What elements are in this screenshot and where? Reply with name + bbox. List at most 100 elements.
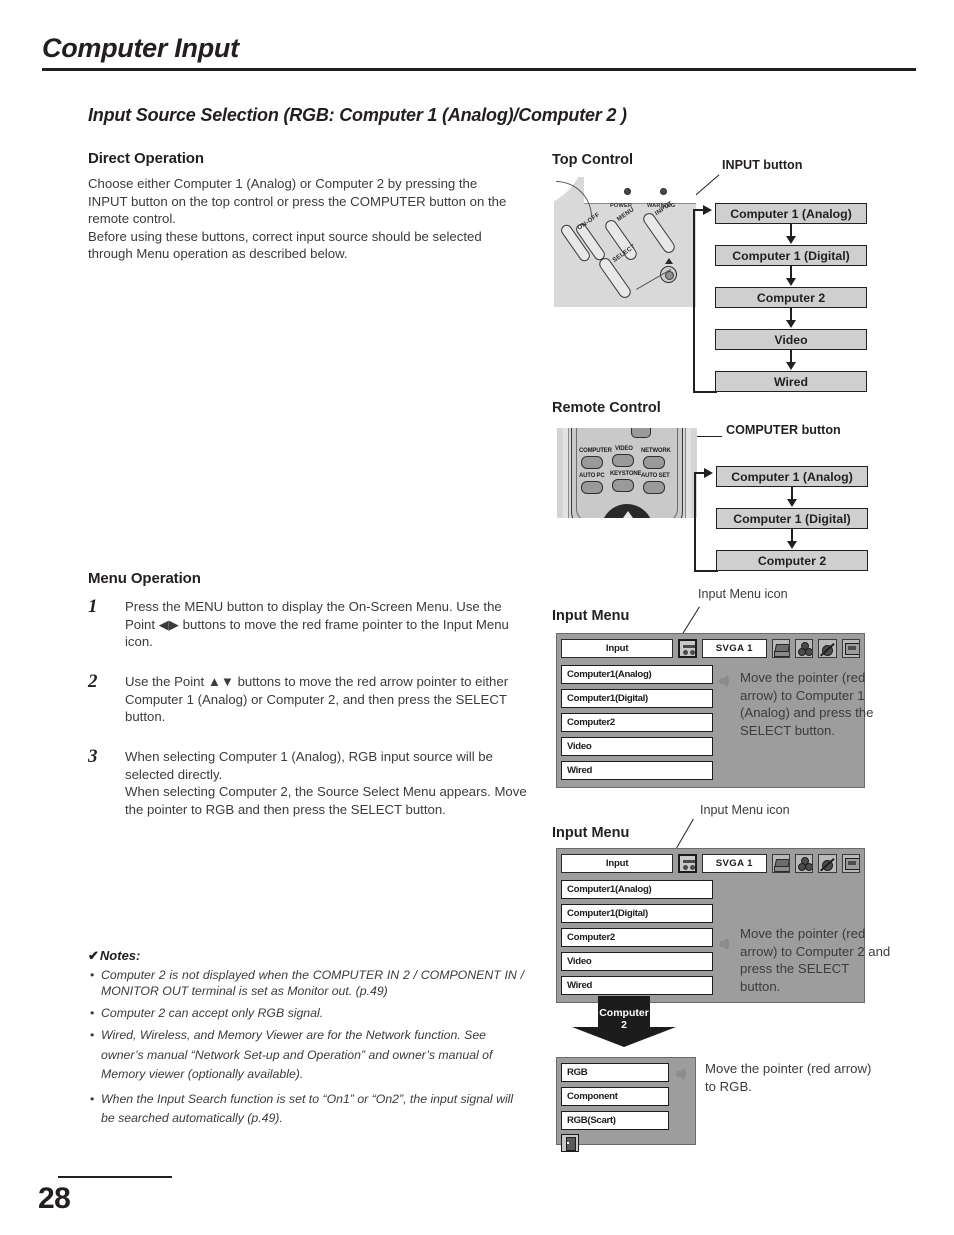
flow-box-computer1-analog: Computer 1 (Analog)	[715, 203, 867, 224]
transition-arrow-label-line1: Computer	[599, 1007, 649, 1019]
pc-adjust-icon[interactable]	[771, 853, 791, 873]
input-menu-icon-callout-1: Input Menu icon	[698, 587, 788, 601]
video-key-label: VIDEO	[615, 446, 633, 452]
osd-list-item[interactable]: Wired	[561, 976, 713, 995]
osd-list-item[interactable]: RGB	[561, 1063, 669, 1082]
source-select-list: RGB Component RGB(Scart)	[557, 1058, 673, 1159]
osd-list-item[interactable]: Component	[561, 1087, 669, 1106]
red-arrow-pointer-2	[718, 938, 729, 950]
direct-operation-heading: Direct Operation	[88, 150, 204, 167]
osd-list-item[interactable]: RGB(Scart)	[561, 1111, 669, 1130]
step-text: When selecting Computer 1 (Analog), RGB …	[125, 749, 527, 817]
autopc-key[interactable]	[581, 481, 603, 494]
footer-divider	[58, 1176, 172, 1178]
device-bezel-line	[584, 203, 696, 204]
notes-title-label: Notes:	[99, 948, 141, 963]
computer-button-callout: COMPUTER button	[726, 423, 841, 437]
note-item: When the Input Search function is set to…	[88, 1090, 524, 1129]
flow-arrow-down	[786, 320, 796, 328]
input-menu-icon-callout-2: Input Menu icon	[700, 803, 790, 817]
note-item: Wired, Wireless, and Memory Viewer are f…	[88, 1026, 524, 1085]
step-text: Use the Point ▲▼ buttons to move the red…	[125, 674, 509, 725]
keystone-key[interactable]	[612, 479, 634, 492]
header-divider	[42, 67, 916, 71]
osd-list-item[interactable]: Computer2	[561, 713, 713, 732]
screen-icon[interactable]	[841, 853, 860, 873]
osd-input-field-2[interactable]: Input	[561, 853, 674, 873]
autoset-key-label: AUTO SET	[641, 473, 670, 479]
input-key[interactable]	[640, 210, 678, 256]
keystone-key-label: KEYSTONE	[610, 471, 642, 477]
source-select-panel: RGB Component RGB(Scart)	[556, 1057, 696, 1152]
flow-box-video: Video	[715, 329, 867, 350]
osd-list-item[interactable]: Computer1(Digital)	[561, 689, 713, 708]
step-number: 1	[88, 596, 98, 617]
flow-arrow-down	[787, 499, 797, 507]
video-key[interactable]	[612, 454, 634, 467]
autopc-key-label: AUTO PC	[579, 473, 605, 479]
input-source-icon[interactable]	[678, 853, 697, 873]
red-arrow-pointer-1	[718, 675, 729, 687]
osd-list-item[interactable]: Video	[561, 952, 713, 971]
input-menu-description-2: Move the pointer (red arrow) to Computer…	[740, 926, 891, 994]
image-select-icon[interactable]	[795, 638, 814, 658]
source-select-description: Move the pointer (red arrow) to RGB.	[705, 1061, 872, 1094]
power-led-icon	[624, 188, 631, 195]
red-arrow-pointer-3	[675, 1068, 686, 1080]
osd-list-item[interactable]: Computer1(Analog)	[561, 665, 713, 684]
pc-adjust-icon[interactable]	[771, 638, 791, 658]
autoset-key[interactable]	[643, 481, 665, 494]
osd-list-item[interactable]: Computer1(Digital)	[561, 904, 713, 923]
transition-arrow-label: Computer 2	[572, 1007, 676, 1031]
note-item: Computer 2 can accept only RGB signal.	[88, 1005, 524, 1022]
step-text: Press the MENU button to display the On-…	[125, 599, 509, 650]
remote-flow-box-computer1-digital: Computer 1 (Digital)	[716, 508, 868, 529]
input-button-callout: INPUT button	[722, 158, 803, 172]
image-adjust-icon[interactable]	[818, 638, 837, 658]
osd-list-item[interactable]: Computer2	[561, 928, 713, 947]
input-source-icon[interactable]	[678, 638, 697, 658]
remote-control-heading: Remote Control	[552, 400, 661, 416]
remote-onoff-key[interactable]	[631, 428, 651, 438]
note-item: Computer 2 is not displayed when the COM…	[88, 967, 524, 1000]
transition-arrow: Computer 2	[572, 1003, 676, 1047]
flow-loop-bottom	[694, 570, 718, 572]
check-icon: ✔	[88, 948, 99, 963]
flow-box-computer1-digital: Computer 1 (Digital)	[715, 245, 867, 266]
warning-led-icon	[660, 188, 667, 195]
osd-signal-field-2: SVGA 1	[701, 853, 767, 873]
transition-arrow-label-line2: 2	[621, 1019, 627, 1031]
computer-key[interactable]	[581, 456, 603, 469]
top-control-heading: Top Control	[552, 152, 634, 168]
remote-flow-box-computer1-analog: Computer 1 (Analog)	[716, 466, 868, 487]
notes-title: ✔Notes:	[88, 948, 524, 964]
remote-control-illustration: COMPUTER VIDEO NETWORK AUTO PC KEYSTONE …	[557, 428, 697, 518]
osd-input-field-1[interactable]: Input	[561, 638, 674, 658]
flow-arrow-down	[787, 541, 797, 549]
osd-list-item[interactable]: Video	[561, 737, 713, 756]
menu-step-1: 1 Press the MENU button to display the O…	[88, 596, 528, 651]
osd-list-item[interactable]: Wired	[561, 761, 713, 780]
image-select-icon[interactable]	[795, 853, 814, 873]
osd-source-list-1: Computer1(Analog) Computer1(Digital) Com…	[557, 662, 717, 787]
image-adjust-icon[interactable]	[818, 853, 837, 873]
osd-list-item[interactable]: Computer1(Analog)	[561, 880, 713, 899]
direct-operation-body: Choose either Computer 1 (Analog) or Com…	[88, 176, 507, 262]
network-key[interactable]	[643, 456, 665, 469]
top-control-illustration: POWER WARNING ON-OFF MENU INPUT SELECT	[554, 177, 696, 307]
page-title: Computer Input	[42, 33, 239, 63]
osd-menu-bar-1: Input SVGA 1	[557, 634, 864, 662]
screen-icon[interactable]	[841, 638, 860, 658]
flow-arrow-down	[786, 278, 796, 286]
flow-loop-left	[694, 472, 696, 570]
flow-loop-arrow	[704, 468, 713, 478]
notes-block: ✔Notes: Computer 2 is not displayed when…	[88, 948, 524, 1134]
exit-icon[interactable]	[561, 1134, 579, 1152]
page-header: Computer Input	[42, 33, 916, 71]
remote-flow-box-computer2: Computer 2	[716, 550, 868, 571]
point-up-arrow-icon	[665, 258, 673, 264]
menu-operation-heading: Menu Operation	[88, 570, 201, 587]
page-number: 28	[38, 1182, 71, 1215]
flow-loop-bottom	[693, 391, 717, 393]
flow-loop-arrow	[703, 205, 712, 215]
